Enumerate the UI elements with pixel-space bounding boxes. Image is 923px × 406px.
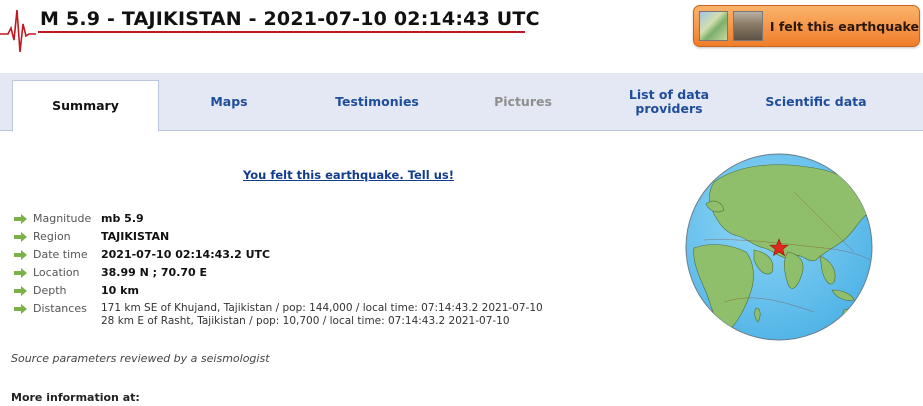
green-arrow-icon (14, 250, 28, 260)
green-arrow-icon (14, 214, 28, 224)
tab-testimonies[interactable]: Testimonies (306, 73, 448, 131)
tab-pictures: Pictures (494, 94, 552, 110)
detail-label: Depth (33, 284, 67, 297)
tab-bar: Summary Maps Testimonies Pictures List o… (0, 73, 923, 132)
detail-row-magnitude: Magnitude mb 5.9 (14, 211, 543, 229)
detail-row-location: Location 38.99 N ; 70.70 E (14, 265, 543, 283)
location-value: 38.99 N ; 70.70 E (101, 266, 208, 279)
distance-item: 171 km SE of Khujand, Tajikistan / pop: … (101, 302, 543, 314)
detail-label: Date time (33, 248, 88, 261)
more-information-heading: More information at: (11, 391, 140, 404)
tab-maps[interactable]: Maps (160, 73, 298, 131)
green-arrow-icon (14, 304, 28, 314)
page: M 5.9 - TAJIKISTAN - 2021-07-10 02:14:43… (0, 0, 923, 406)
detail-row-datetime: Date time 2021-07-10 02:14:43.2 UTC (14, 247, 543, 265)
felt-report-link[interactable]: You felt this earthquake. Tell us! (243, 168, 454, 182)
depth-value: 10 km (101, 284, 139, 297)
detail-label: Distances (33, 302, 87, 315)
detail-row-region: Region TAJIKISTAN (14, 229, 543, 247)
header: M 5.9 - TAJIKISTAN - 2021-07-10 02:14:43… (0, 0, 923, 62)
tab-summary[interactable]: Summary (12, 80, 159, 132)
map-thumbnail-icon (699, 11, 729, 41)
detail-label: Magnitude (33, 212, 92, 225)
source-note: Source parameters reviewed by a seismolo… (11, 352, 270, 365)
felt-button-label: I felt this earthquake (769, 18, 919, 34)
tab-list-of-data-providers[interactable]: List of data providers (598, 73, 740, 131)
region-value: TAJIKISTAN (101, 230, 170, 243)
i-felt-this-earthquake-button[interactable]: I felt this earthquake (693, 5, 920, 47)
damaged-house-thumbnail-icon (733, 11, 763, 41)
page-title: M 5.9 - TAJIKISTAN - 2021-07-10 02:14:43… (40, 8, 540, 30)
detail-label: Region (33, 230, 71, 243)
detail-row-distances: Distances 171 km SE of Khujand, Tajikist… (14, 301, 543, 333)
green-arrow-icon (14, 268, 28, 278)
detail-label: Location (33, 266, 80, 279)
epicenter-globe-map (685, 153, 873, 341)
magnitude-value: mb 5.9 (101, 212, 144, 225)
green-arrow-icon (14, 286, 28, 296)
datetime-value: 2021-07-10 02:14:43.2 UTC (101, 248, 271, 261)
tab-label-line-1: List of data (628, 87, 710, 103)
distance-item: 28 km E of Rasht, Tajikistan / pop: 10,7… (101, 315, 510, 327)
title-underline (38, 31, 525, 33)
distances-list: 171 km SE of Khujand, Tajikistan / pop: … (101, 302, 543, 328)
detail-row-depth: Depth 10 km (14, 283, 543, 301)
seismogram-icon (0, 9, 36, 53)
tab-label-line-2: providers (635, 101, 703, 116)
tab-scientific-data[interactable]: Scientific data (744, 73, 888, 131)
event-details: Magnitude mb 5.9 Region TAJIKISTAN Date … (14, 211, 543, 333)
green-arrow-icon (14, 232, 28, 242)
